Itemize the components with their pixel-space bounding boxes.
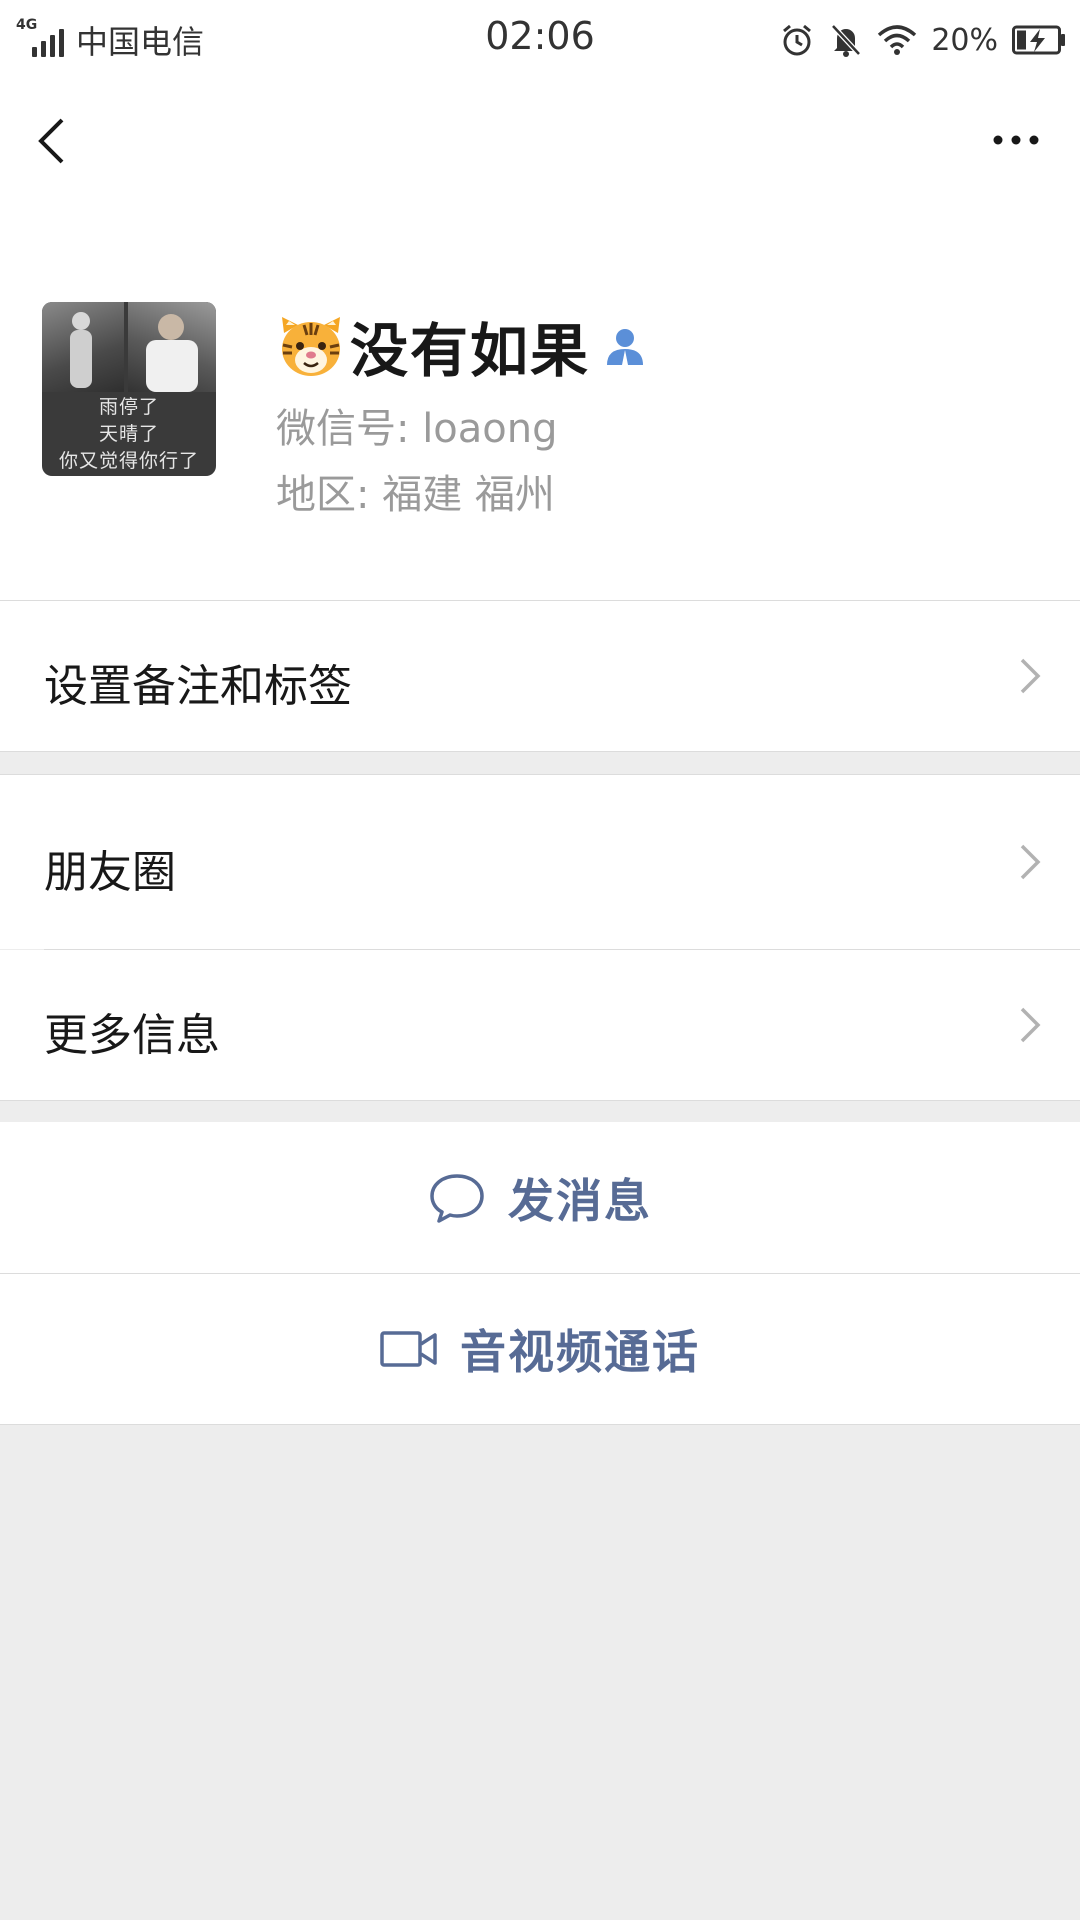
- video-call-label: 音视频通话: [460, 1325, 700, 1379]
- status-bar: 4G 中国电信 02:06 20%: [0, 0, 1080, 80]
- remark-tags-cell[interactable]: 设置备注和标签: [0, 601, 1080, 751]
- nav-bar: [0, 80, 1080, 200]
- chevron-right-icon: [1020, 658, 1041, 694]
- more-info-label: 更多信息: [44, 1010, 220, 1061]
- tiger-emoji-icon: [282, 317, 340, 376]
- status-right: 20%: [779, 16, 1066, 64]
- nickname: 没有如果: [350, 317, 591, 385]
- avatar[interactable]: 雨停了 天晴了 你又觉得你行了: [42, 302, 216, 476]
- battery-charging-icon: [1012, 25, 1065, 55]
- profile-header: 雨停了 天晴了 你又觉得你行了 没有如果 微信号: loaong 地区: 福建: [0, 200, 1080, 600]
- divider: [0, 1100, 1080, 1101]
- more-dots-icon: [993, 135, 1039, 145]
- divider: [0, 751, 1080, 752]
- avatar-caption: 雨停了 天晴了 你又觉得你行了: [58, 396, 199, 472]
- mute-bell-icon: [831, 24, 862, 57]
- remark-tags-label: 设置备注和标签: [44, 661, 352, 712]
- send-message-label: 发消息: [508, 1173, 652, 1228]
- chevron-right-icon: [1020, 1007, 1041, 1043]
- wechat-id: 微信号: loaong: [276, 406, 558, 452]
- wifi-icon: [878, 25, 917, 55]
- contact-person-icon: [607, 329, 644, 365]
- send-message-button[interactable]: 发消息: [0, 1122, 1080, 1273]
- region: 地区: 福建 福州: [276, 472, 555, 518]
- alarm-icon: [783, 24, 812, 56]
- chat-bubble-icon: [430, 1173, 484, 1223]
- chevron-right-icon: [1020, 844, 1041, 880]
- moments-label: 朋友圈: [44, 847, 176, 898]
- video-call-button[interactable]: 音视频通话: [0, 1274, 1080, 1424]
- video-camera-icon: [380, 1331, 437, 1367]
- moments-cell[interactable]: 朋友圈: [0, 775, 1080, 949]
- back-button[interactable]: [26, 108, 86, 174]
- battery-percent: 20%: [931, 22, 998, 58]
- more-info-cell[interactable]: 更多信息: [0, 950, 1080, 1100]
- nickname-row: 没有如果: [278, 308, 646, 385]
- divider: [0, 1424, 1080, 1425]
- more-button[interactable]: [976, 110, 1056, 170]
- chevron-left-icon: [38, 118, 64, 164]
